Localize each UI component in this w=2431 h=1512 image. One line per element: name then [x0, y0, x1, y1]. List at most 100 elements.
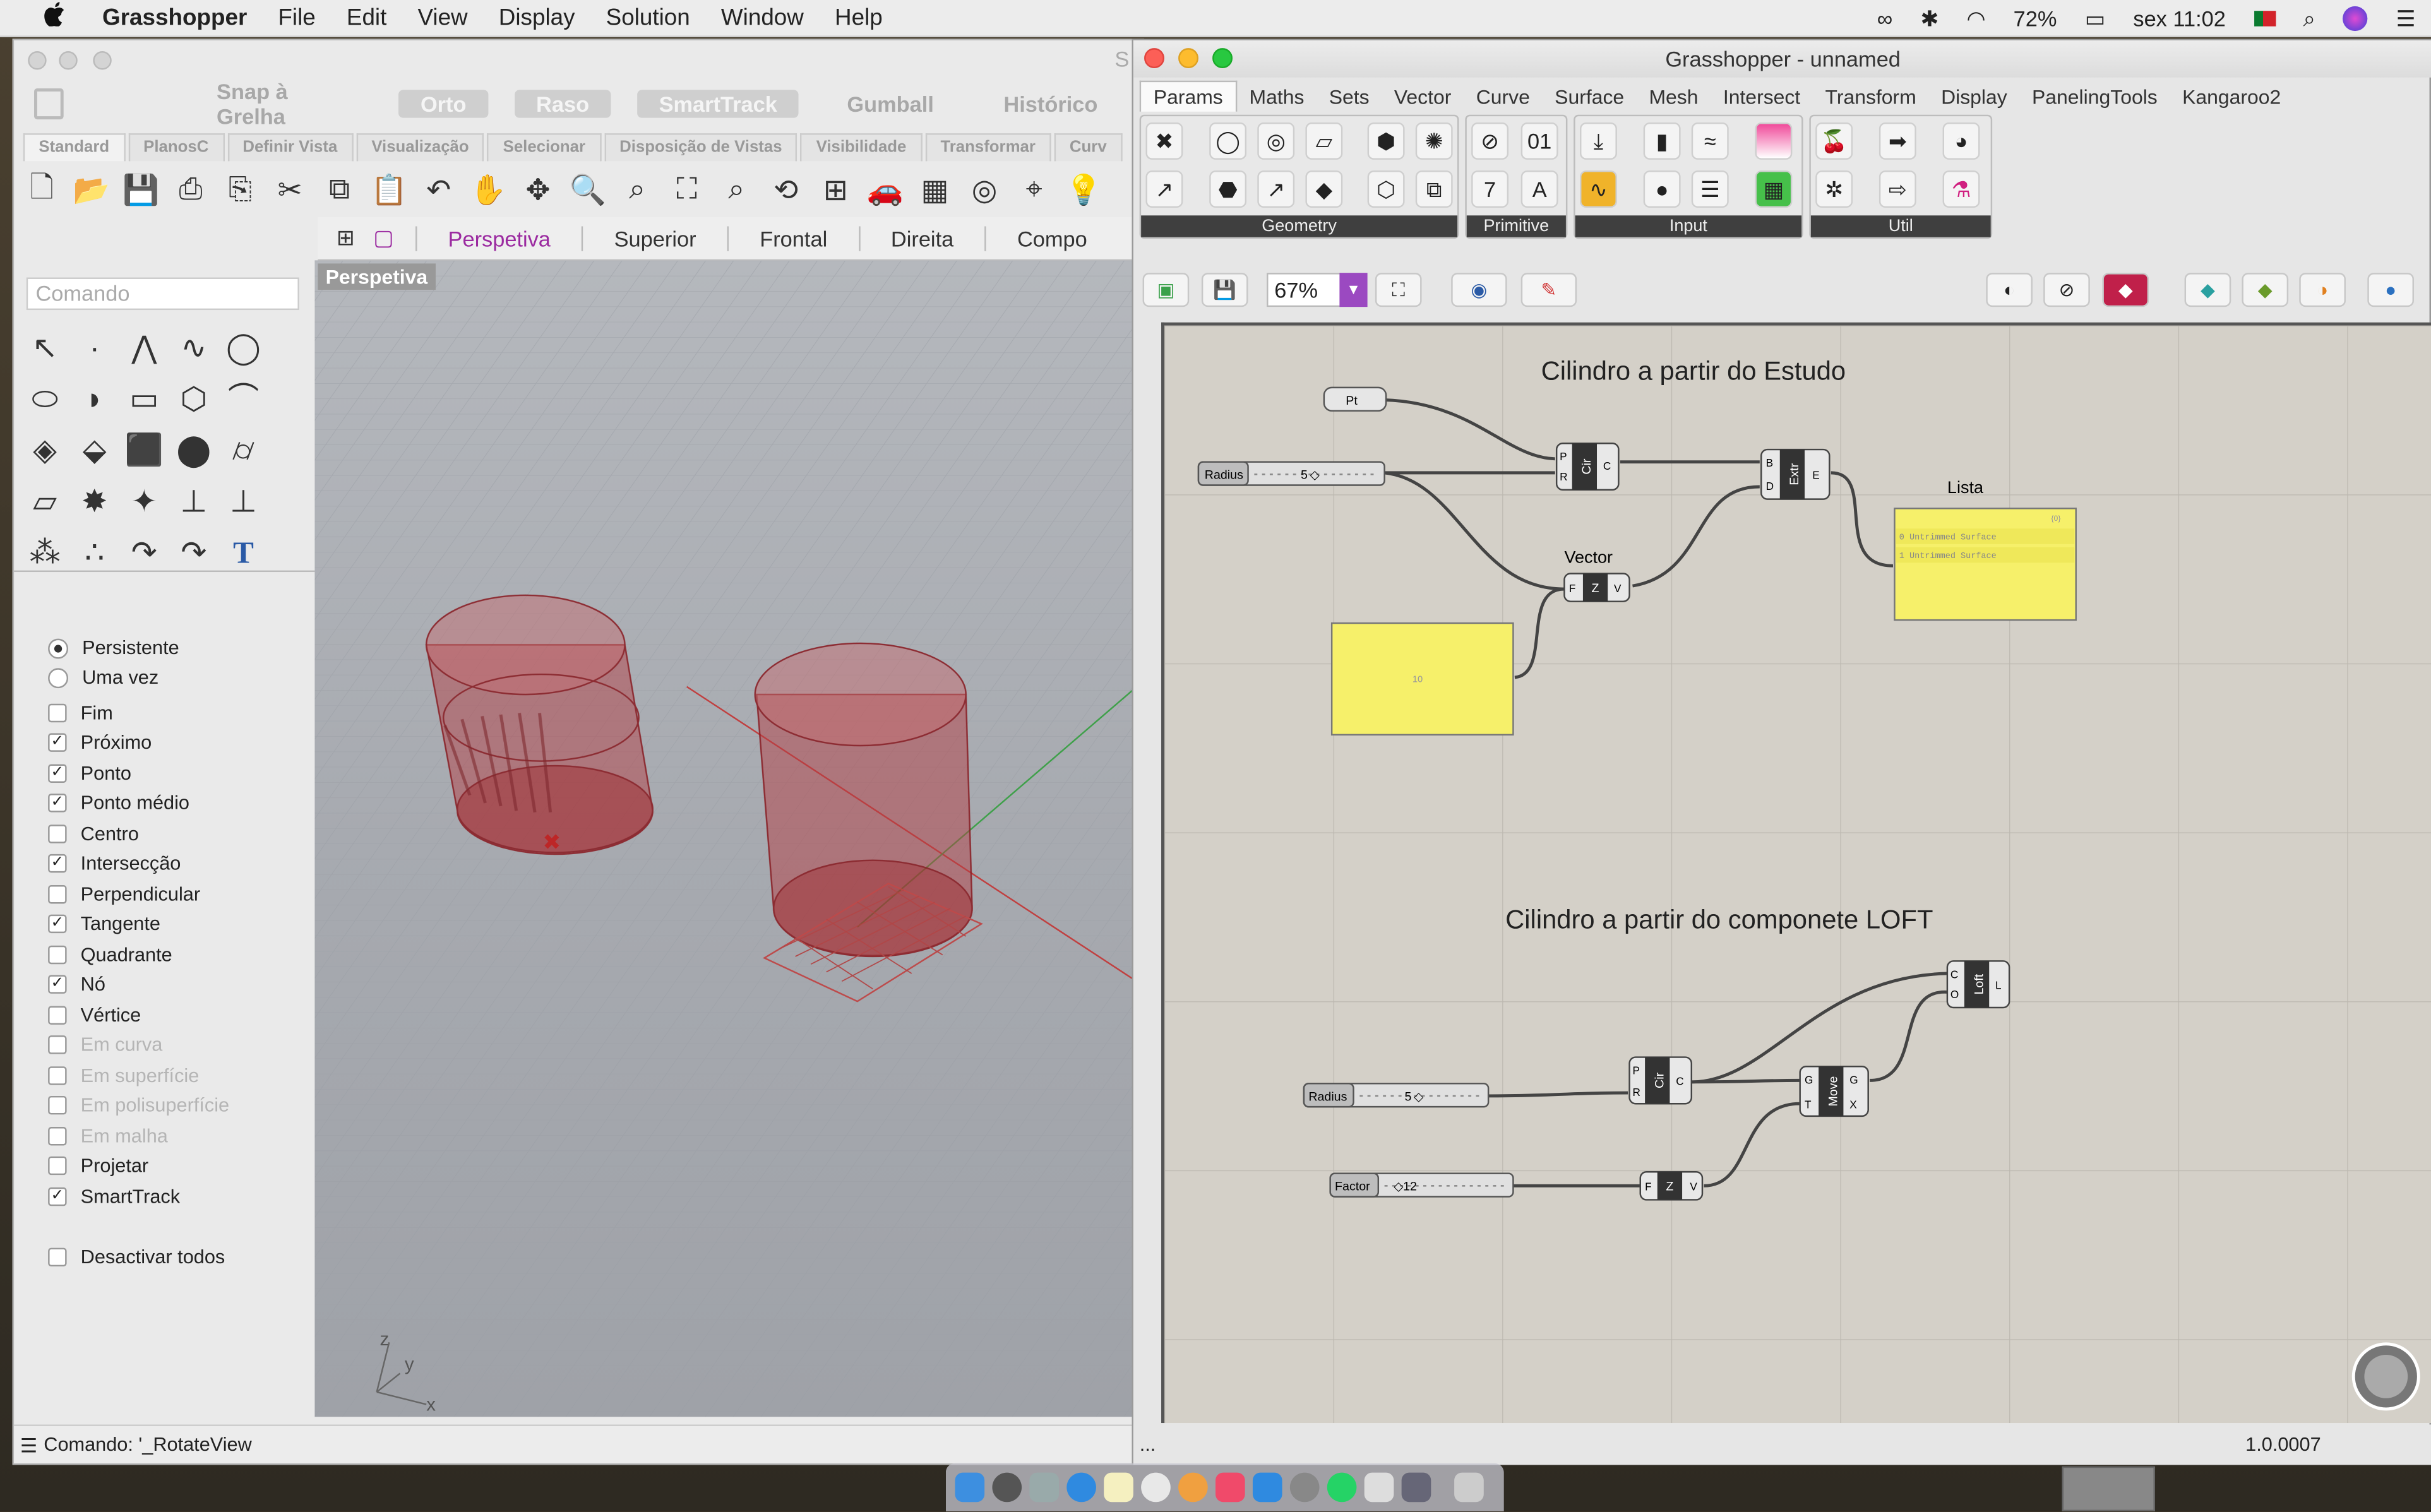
tab-kangaroo2[interactable]: Kangaroo2	[2170, 85, 2293, 108]
tab-intersect[interactable]: Intersect	[1711, 85, 1813, 108]
spotlight-search-icon[interactable]: ⌕	[2303, 6, 2315, 32]
menu-view[interactable]: View	[417, 4, 467, 31]
close-window-button[interactable]	[28, 51, 47, 70]
extrude-icon[interactable]: ⬙	[73, 429, 116, 473]
fillet-icon[interactable]: ⌒	[222, 378, 265, 422]
value-list-icon[interactable]: ☰	[1691, 170, 1729, 208]
tab-perspetiva[interactable]: Perspetiva	[415, 225, 582, 251]
chrome-icon[interactable]	[1141, 1472, 1171, 1503]
menu-edit[interactable]: Edit	[347, 4, 386, 31]
trash-icon[interactable]	[1454, 1472, 1484, 1503]
perspective-viewport[interactable]: ✖ z y x Perspetiva	[314, 260, 1146, 1417]
zoom-window-button[interactable]	[93, 51, 112, 70]
car-render-icon[interactable]: 🚗	[867, 172, 904, 210]
trim-icon[interactable]: ⊥	[172, 480, 216, 524]
tree-icon[interactable]: ✲	[1815, 170, 1853, 208]
single-viewport-icon[interactable]: ▢	[373, 225, 415, 251]
polyline-icon[interactable]: ⋀	[122, 327, 166, 371]
minimize-window-button[interactable]	[59, 51, 78, 70]
transform-icon[interactable]: ✸	[73, 480, 116, 524]
integer-param-icon[interactable]: 01	[1520, 122, 1558, 160]
rotate-view-icon[interactable]: ⟲	[767, 173, 804, 208]
osnap-option[interactable]: Perpendicular	[48, 881, 200, 908]
field-param-icon[interactable]: ⬡	[1367, 170, 1405, 208]
zoom-extents-icon[interactable]: ⛶	[668, 174, 705, 208]
pan-hand-icon[interactable]: ✋	[470, 172, 507, 210]
siri-dock-icon[interactable]	[992, 1472, 1022, 1503]
save-icon[interactable]: 💾	[122, 172, 160, 210]
gumball-toggle[interactable]: Gumball	[825, 90, 955, 117]
circle-icon[interactable]: ◯	[222, 327, 265, 371]
osnap-option[interactable]: Fim	[48, 699, 113, 727]
tab-transformar[interactable]: Transformar	[924, 133, 1051, 162]
tab-direita[interactable]: Direita	[858, 225, 984, 251]
circle-param-icon[interactable]: ◯	[1209, 122, 1247, 160]
ellipse-icon[interactable]: ⬭	[23, 378, 67, 422]
paste-icon[interactable]: 📋	[371, 172, 408, 210]
tab-transform[interactable]: Transform	[1813, 85, 1929, 108]
radio-button[interactable]	[48, 638, 69, 658]
grid-plane-icon[interactable]: ▦	[916, 173, 953, 208]
menu-file[interactable]: File	[278, 4, 315, 31]
group-icon[interactable]: ⁂	[23, 532, 67, 575]
tab-mesh[interactable]: Mesh	[1637, 85, 1711, 108]
viewport-label[interactable]: Perspetiva	[318, 263, 436, 290]
zoom-extents-icon[interactable]: ⛶	[1375, 273, 1422, 307]
menu-display[interactable]: Display	[499, 4, 575, 31]
preview-mode-icon[interactable]: ◐	[1986, 273, 2033, 307]
osnap-option[interactable]: ✓ SmartTrack	[48, 1182, 180, 1210]
explode-icon[interactable]: ✦	[122, 480, 166, 524]
rhino-icon[interactable]	[1364, 1472, 1394, 1503]
surface-icon[interactable]: ◈	[23, 429, 67, 473]
rectangle-icon[interactable]: ▭	[122, 378, 166, 422]
menu-grasshopper[interactable]: Grasshopper	[102, 4, 247, 31]
osnap-option[interactable]: Centro	[48, 820, 139, 848]
checkbox[interactable]	[48, 945, 67, 965]
tab-curve[interactable]: Curve	[1464, 85, 1542, 108]
checkbox[interactable]: ✓	[48, 854, 67, 873]
curve-icon[interactable]: ∿	[172, 327, 216, 371]
checkbox[interactable]: ✓	[48, 764, 67, 783]
checkbox[interactable]	[48, 885, 67, 904]
gh-close-button[interactable]	[1144, 48, 1164, 69]
mesh-icon[interactable]: ▱	[23, 480, 67, 524]
music-icon[interactable]	[1216, 1472, 1245, 1503]
gh-minimize-button[interactable]	[1178, 48, 1198, 69]
preview-eye-icon[interactable]: ◉	[1451, 273, 1507, 307]
curve-param-icon[interactable]: ◎	[1257, 122, 1295, 160]
panel-toggle-icon[interactable]	[34, 88, 63, 120]
import-icon[interactable]: ⤓	[1580, 122, 1617, 160]
analyze-icon[interactable]: ↷	[172, 532, 216, 575]
osnap-option[interactable]: ✓ Tangente	[48, 910, 160, 938]
menu-help[interactable]: Help	[835, 4, 883, 31]
osnap-option[interactable]: ✓ Nó	[48, 970, 105, 998]
zoom-window-icon[interactable]: ⌕	[619, 174, 656, 208]
checkbox[interactable]: ✓	[48, 975, 67, 994]
gh-zoom-button[interactable]	[1212, 48, 1233, 69]
chevron-down-icon[interactable]: ▾	[1339, 273, 1368, 307]
data-input-arrow-icon[interactable]: ⇨	[1878, 170, 1916, 208]
tab-definir-vista[interactable]: Definir Vista	[227, 133, 353, 162]
copy-icon[interactable]: ⧉	[321, 174, 358, 208]
checkbox[interactable]: ✓	[48, 914, 67, 934]
input-caption[interactable]: Input	[1575, 215, 1802, 237]
save-file-icon[interactable]: 💾	[1201, 273, 1248, 307]
cylinder-icon[interactable]: ⌭	[222, 429, 265, 473]
clock[interactable]: sex 11:02	[2133, 6, 2226, 31]
historico-toggle[interactable]: Histórico	[982, 90, 1120, 117]
cplane-icon[interactable]: ⌖	[1015, 174, 1053, 208]
select-arrow-icon[interactable]: ↖	[23, 327, 67, 371]
gradient-icon[interactable]	[1755, 122, 1793, 160]
move-view-icon[interactable]: ✥	[520, 173, 557, 208]
color-preview-icon[interactable]: ◑	[2299, 273, 2346, 307]
notification-center-icon[interactable]: ☰	[2396, 6, 2416, 32]
creative-cloud-icon[interactable]: ∞	[1877, 6, 1893, 31]
vector-param-icon[interactable]: ↗	[1257, 170, 1295, 208]
smarttrack-toggle[interactable]: SmartTrack	[637, 90, 799, 118]
graph-mapper-icon[interactable]: ∿	[1580, 170, 1617, 208]
osnap-option[interactable]: ✓ Ponto	[48, 759, 131, 787]
osnap-option[interactable]: ✓ Intersecção	[48, 850, 181, 878]
mesh-settings-icon[interactable]: ◆	[2242, 273, 2289, 307]
tab-componer[interactable]: Compo	[984, 225, 1118, 251]
new-file-icon[interactable]: 🗋	[23, 166, 61, 216]
